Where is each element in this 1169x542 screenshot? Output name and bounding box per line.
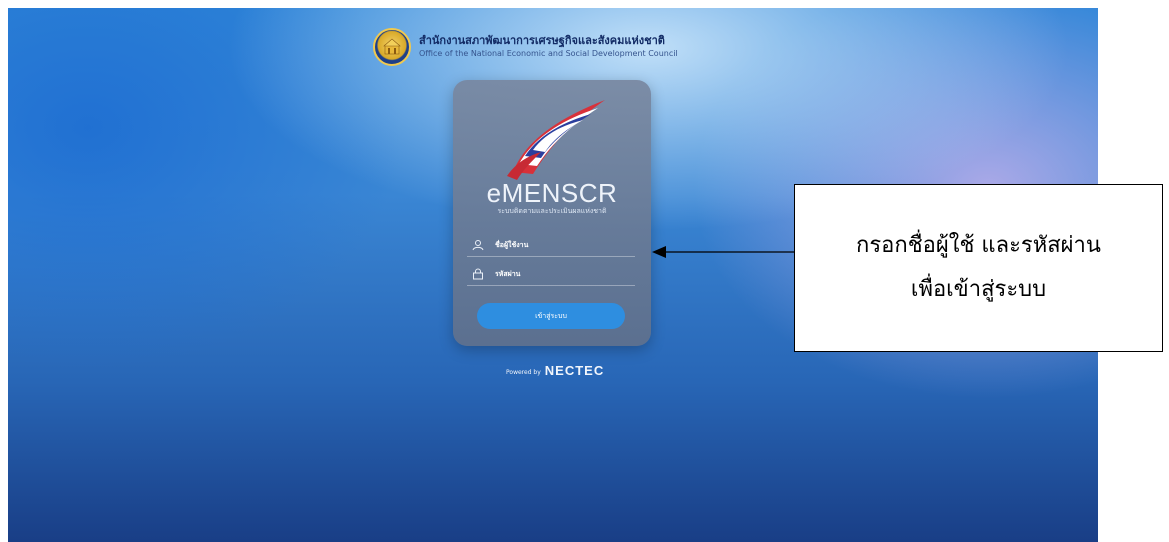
user-icon (471, 238, 485, 252)
password-label: รหัสผ่าน (495, 269, 521, 278)
app-name: eMENSCR (486, 178, 618, 208)
username-field[interactable]: ชื่อผู้ใช้งาน (467, 234, 635, 257)
org-header: สำนักงานสภาพัฒนาการเศรษฐกิจและสังคมแห่งช… (373, 28, 678, 66)
login-card: eMENSCR ระบบติดตามและประเมินผลแห่งชาติ ช… (453, 80, 651, 346)
annotation-line-1: กรอกชื่อผู้ใช้ และรหัสผ่าน (856, 233, 1101, 258)
username-label: ชื่อผู้ใช้งาน (495, 240, 529, 249)
arrow-left-icon (652, 246, 794, 258)
login-button[interactable]: เข้าสู่ระบบ (477, 303, 625, 329)
lock-icon (471, 267, 485, 281)
org-name-english: Office of the National Economic and Soci… (419, 49, 678, 58)
annotation-callout: กรอกชื่อผู้ใช้ และรหัสผ่าน เพื่อเข้าสู่ร… (794, 184, 1163, 352)
password-field[interactable]: รหัสผ่าน (467, 263, 635, 286)
powered-by: Powered by NECTEC (506, 364, 604, 378)
nesdc-seal-icon (373, 28, 411, 66)
emenscr-logo-icon (493, 92, 613, 180)
org-name-thai: สำนักงานสภาพัฒนาการเศรษฐกิจและสังคมแห่งช… (419, 34, 665, 47)
annotation-line-2: เพื่อเข้าสู่ระบบ (910, 277, 1047, 302)
app-subtitle: ระบบติดตามและประเมินผลแห่งชาติ (497, 207, 607, 215)
nectec-logo: NECTEC (544, 363, 605, 378)
powered-by-label: Powered by (506, 369, 541, 376)
